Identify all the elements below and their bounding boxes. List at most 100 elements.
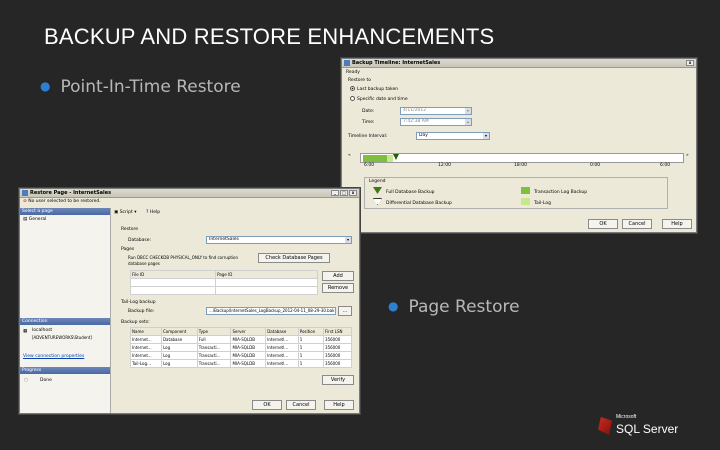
- restore-page-window: Restore Page - InternetSales _ □ x ⊘ No …: [19, 188, 360, 414]
- tick-label: 6:00: [364, 163, 375, 168]
- time-field[interactable]: 7:42:38 AM ▴: [400, 118, 472, 126]
- page-general[interactable]: ▤ General: [23, 217, 46, 222]
- warning-text: ⊘ No user selected to be restored.: [23, 199, 101, 204]
- server-name: localhost: [32, 328, 53, 333]
- legend: Legend Full Database Backup Transaction …: [364, 177, 668, 209]
- table-row[interactable]: Internet... Database Full MIA-SQLDB Internet…: [130, 335, 352, 344]
- log-backup-swatch: [521, 187, 530, 194]
- bullet-dot-icon: ●: [388, 299, 399, 313]
- pages-hint: Run DBCC CHECKDB PHYSICAL_ONLY to find c…: [128, 255, 239, 260]
- tick-label: 0:00: [590, 163, 601, 168]
- script-button[interactable]: ▣ Script ▾: [114, 210, 136, 215]
- progress-status: Done: [40, 378, 52, 383]
- status-text: Ready: [346, 70, 360, 75]
- tick-label: 12:00: [438, 163, 451, 168]
- timeline-marker-icon[interactable]: [393, 154, 399, 160]
- backup-timeline-window: Backup Timeline: InternetSales x Ready R…: [341, 58, 697, 233]
- legend-label: Legend: [369, 179, 386, 184]
- backup-file-field[interactable]: ...\Backup\InternetSales_LogBackup_2012-…: [206, 307, 336, 315]
- backup-sets-table[interactable]: Name Component Type Server Database Posi…: [130, 327, 352, 368]
- time-label: Time:: [362, 120, 375, 125]
- timeline-track[interactable]: [360, 153, 684, 163]
- page-id-header: Page ID: [215, 270, 318, 279]
- backup-file-label: Backup file:: [128, 309, 155, 314]
- check-pages-button[interactable]: Check Database Pages: [258, 253, 330, 263]
- script-icon: ▣: [114, 210, 119, 215]
- progress-icon: ◌: [24, 378, 28, 383]
- tail-log-swatch: [521, 198, 530, 205]
- interval-label: Timeline Interval:: [348, 134, 388, 139]
- restore-titlebar: Restore Page - InternetSales _ □ x: [20, 189, 359, 198]
- user-name: [ADVENTUREWORKS\Student]: [32, 335, 92, 340]
- scroll-left-icon[interactable]: «: [348, 153, 351, 158]
- restore-to-label: Restore to: [348, 78, 372, 83]
- cancel-button[interactable]: Cancel: [286, 400, 316, 410]
- database-select[interactable]: InternetSales ▾: [206, 236, 352, 244]
- view-connection-link[interactable]: View connection properties: [23, 354, 84, 359]
- col-database: Database: [265, 327, 299, 336]
- close-icon[interactable]: x: [349, 190, 357, 196]
- last-backup-radio[interactable]: Last backup taken: [350, 86, 398, 92]
- slide-title: BACKUP AND RESTORE ENHANCEMENTS: [44, 24, 495, 49]
- app-icon: [22, 190, 28, 196]
- legend-item-tail: Tail-Log: [521, 198, 551, 206]
- file-id-header: File ID: [129, 270, 217, 279]
- progress-header: Progress: [20, 367, 110, 374]
- ok-button[interactable]: OK: [588, 219, 618, 229]
- logo-company: Microsoft: [616, 414, 637, 420]
- help-button[interactable]: Help: [324, 400, 354, 410]
- verify-button[interactable]: Verify: [322, 375, 354, 385]
- left-pane: Select a page ▤ General Connection ▦ loc…: [20, 208, 111, 413]
- remove-button[interactable]: Remove: [322, 283, 354, 293]
- close-icon[interactable]: x: [686, 60, 694, 66]
- col-position: Position: [297, 327, 325, 336]
- add-button[interactable]: Add: [322, 271, 354, 281]
- select-page-header: Select a page: [20, 208, 110, 215]
- bullet-point-in-time: ● Point-In-Time Restore: [40, 77, 241, 97]
- timeline-titlebar: Backup Timeline: InternetSales x: [342, 59, 696, 68]
- help-toolbar-button[interactable]: ? Help: [146, 210, 160, 215]
- connection-header: Connection: [20, 318, 110, 325]
- browse-button[interactable]: …: [338, 306, 352, 316]
- minimize-icon[interactable]: _: [331, 190, 339, 196]
- table-row[interactable]: Internet... Log Transacti... MIA-SQLDB Inter…: [130, 343, 352, 352]
- backup-sets-label: Backup sets:: [121, 320, 150, 325]
- pages-grid[interactable]: File ID Page ID: [129, 270, 318, 295]
- tick-label: 18:00: [514, 163, 527, 168]
- bullet-text: Page Restore: [408, 297, 520, 317]
- table-row[interactable]: Internet... Log Transacti... MIA-SQLDB Inter…: [130, 351, 352, 360]
- page-icon: ▤: [23, 217, 28, 222]
- scroll-right-icon[interactable]: »: [686, 153, 689, 158]
- specific-time-radio[interactable]: Specific date and time: [350, 96, 408, 102]
- tick-label: 6:00: [660, 163, 671, 168]
- table-header-row: Name Component Type Server Database Posi…: [130, 327, 352, 336]
- database-label: Database:: [128, 238, 151, 243]
- legend-item-full: Full Database Backup: [373, 187, 435, 195]
- legend-item-diff: Differential Database Backup: [373, 198, 452, 206]
- tail-log-label: Tail-Log backup: [121, 300, 156, 305]
- logo-product: SQL Server: [616, 422, 679, 436]
- bullet-page-restore: ● Page Restore: [388, 297, 520, 317]
- date-field[interactable]: 4/11/2012 ▾: [400, 107, 472, 115]
- maximize-icon[interactable]: □: [340, 190, 348, 196]
- timeline-title: Backup Timeline: InternetSales: [352, 60, 441, 66]
- full-backup-segment: [363, 155, 387, 162]
- chevron-down-icon: ▾: [345, 237, 351, 243]
- interval-select[interactable]: Day ▾: [416, 132, 490, 140]
- sql-server-logo: Microsoft SQL Server: [598, 414, 678, 438]
- restore-title: Restore Page - InternetSales: [30, 190, 112, 196]
- table-row[interactable]: Tail-Log... Log Transacti... MIA-SQLDB Inter…: [130, 359, 352, 368]
- full-backup-icon: [373, 187, 382, 194]
- cancel-button[interactable]: Cancel: [622, 219, 652, 229]
- date-label: Date:: [362, 109, 375, 114]
- bullet-text: Point-In-Time Restore: [60, 77, 241, 97]
- help-button[interactable]: Help: [662, 219, 692, 229]
- col-name: Name: [130, 327, 162, 336]
- chevron-down-icon: ▾: [465, 108, 471, 114]
- sql-server-logo-icon: [598, 417, 612, 435]
- ok-button[interactable]: OK: [252, 400, 282, 410]
- pages-label: Pages: [121, 247, 135, 252]
- col-server: Server: [230, 327, 267, 336]
- warning-icon: ⊘: [23, 199, 27, 204]
- col-first-lsn: First LSN: [323, 327, 352, 336]
